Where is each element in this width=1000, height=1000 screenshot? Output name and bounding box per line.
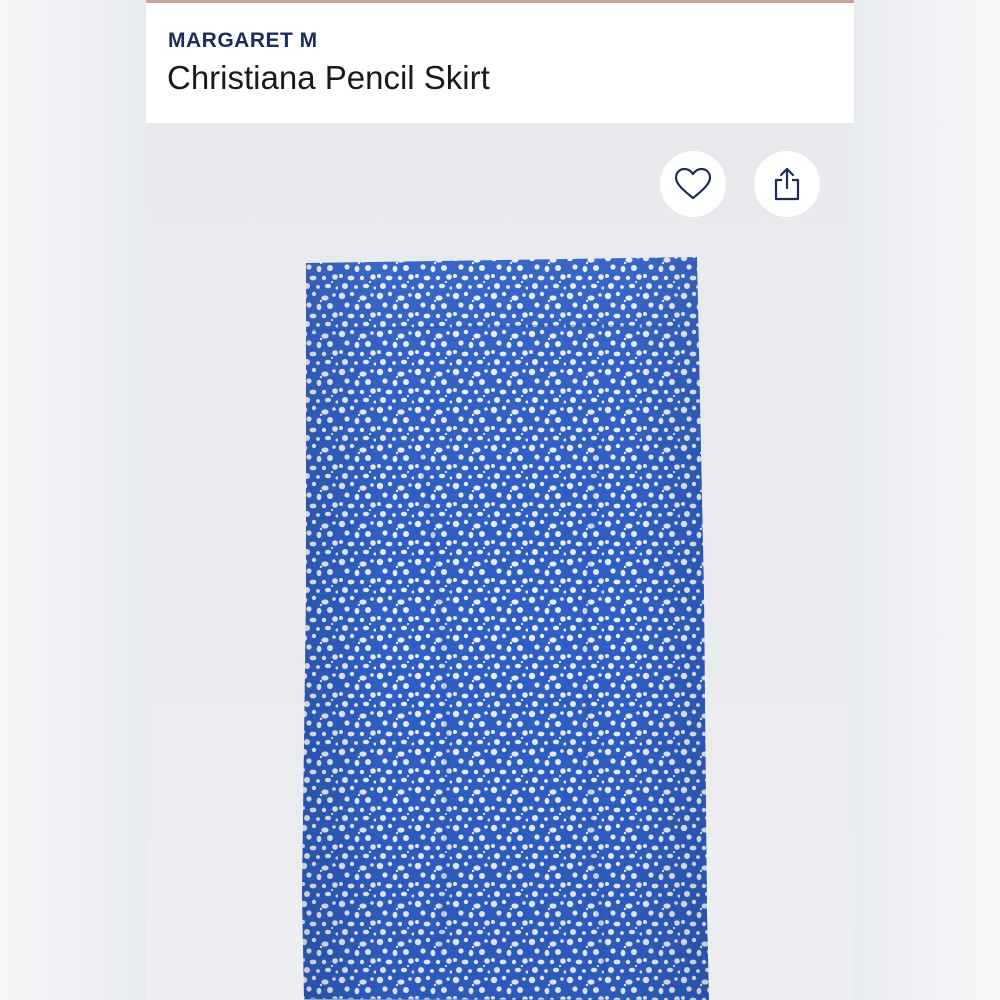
brand-name[interactable]: MARGARET M [168,29,318,53]
heart-outline-icon [674,167,712,200]
right-blur-backdrop [854,0,1000,1000]
favorite-button[interactable] [660,151,726,217]
product-title: Christiana Pencil Skirt [167,59,490,96]
product-image[interactable] [146,123,854,1000]
product-header: MARGARET M Christiana Pencil Skirt [146,3,854,123]
left-blur-backdrop [0,0,146,1000]
product-card: MARGARET M Christiana Pencil Skirt [146,0,854,1000]
share-upload-icon [774,167,800,201]
share-button[interactable] [754,151,820,217]
skirt-image [302,257,710,1000]
